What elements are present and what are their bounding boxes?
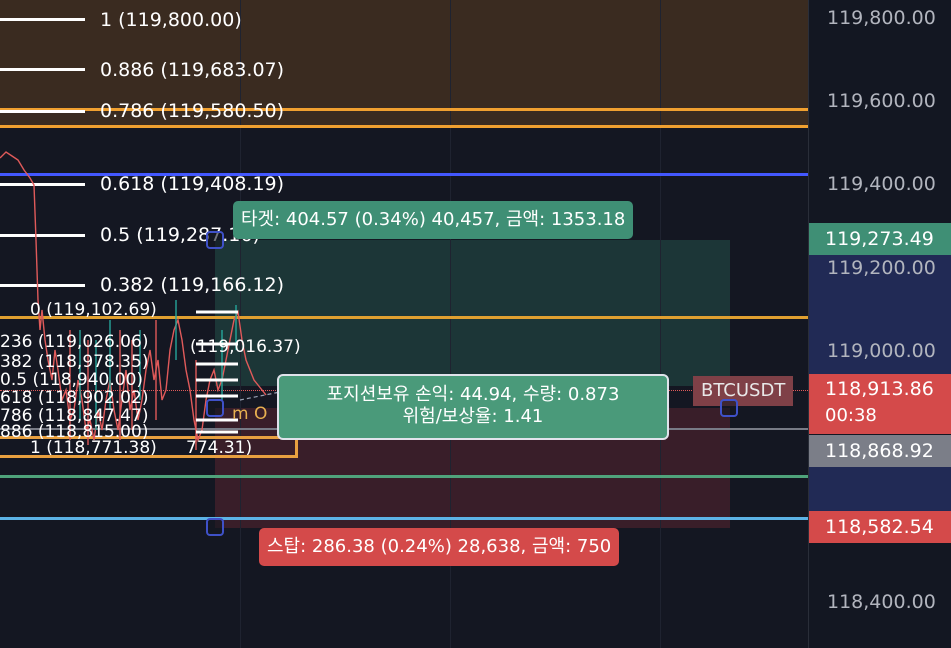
target-price-tag: 119,273.49 bbox=[809, 223, 951, 255]
target-handle[interactable] bbox=[206, 231, 224, 249]
price-axis-blue-band bbox=[809, 467, 951, 511]
stop-price-tag: 118,582.54 bbox=[809, 511, 951, 543]
position-callout[interactable]: 포지션보유 손익: 44.94, 수량: 0.873 위험/보상율: 1.41 bbox=[277, 374, 669, 440]
small-fib-side-label: 774.31) bbox=[186, 438, 253, 458]
price-axis[interactable]: 119,800.00 119,600.00 119,400.00 119,273… bbox=[808, 0, 951, 648]
price-axis-label: 119,400.00 bbox=[827, 173, 936, 195]
risk-reward-text: 위험/보상율: 1.41 bbox=[402, 406, 544, 427]
small-fib-row: 0.5 (118,940.00) bbox=[0, 370, 144, 390]
chart-area[interactable]: 1 (119,800.00) 0.886 (119,683.07) 0.786 … bbox=[0, 0, 808, 648]
price-axis-label: 119,000.00 bbox=[827, 340, 936, 362]
small-fib-row: 618 (118,902.02) bbox=[0, 388, 149, 408]
right-edge-handle[interactable] bbox=[720, 399, 738, 417]
stop-handle[interactable] bbox=[206, 518, 224, 536]
current-price-text: 118,913.86 bbox=[825, 378, 934, 400]
entry-price-tag: 118,868.92 bbox=[809, 435, 951, 467]
countdown-text: 00:38 bbox=[825, 405, 877, 426]
price-axis-label: 119,800.00 bbox=[827, 7, 936, 29]
stop-callout[interactable]: 스탑: 286.38 (0.24%) 28,638, 금액: 750 bbox=[259, 528, 620, 566]
small-fib-zero: 0 (119,102.69) bbox=[30, 300, 157, 320]
price-axis-label: 119,200.00 bbox=[827, 257, 936, 279]
entry-handle[interactable] bbox=[206, 399, 224, 417]
small-fib-side-label: (119,016.37) bbox=[190, 337, 301, 357]
small-fib-row: 382 (118,978.35) bbox=[0, 352, 149, 372]
price-axis-label: 119,600.00 bbox=[827, 90, 936, 112]
target-callout[interactable]: 타겟: 404.57 (0.34%) 40,457, 금액: 1353.18 bbox=[233, 201, 634, 239]
position-pnl-text: 포지션보유 손익: 44.94, 수량: 0.873 bbox=[326, 384, 620, 405]
price-axis-label: 118,400.00 bbox=[827, 591, 936, 613]
current-price-tag: 118,913.86 00:38 bbox=[809, 374, 951, 434]
symbol-tag: BTCUSDT bbox=[693, 376, 794, 406]
small-fib-row: 1 (118,771.38) bbox=[30, 438, 157, 458]
chart-text-fragment: m O bbox=[232, 404, 268, 424]
small-fib-row: 236 (119,026.06) bbox=[0, 332, 149, 352]
